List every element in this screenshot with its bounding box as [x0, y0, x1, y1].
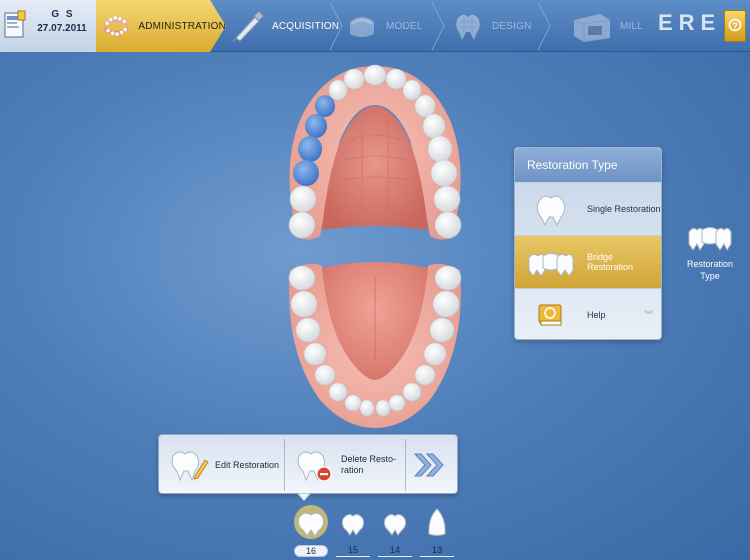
scanner-wand-icon: [232, 10, 265, 43]
tooth-number: 16: [294, 545, 328, 557]
tooth-13[interactable]: 13: [416, 502, 458, 558]
delete-restoration-button[interactable]: Delete Resto- ration: [285, 439, 405, 491]
restoration-type-tab[interactable]: Restoration Type: [680, 218, 740, 282]
upper-jaw[interactable]: [288, 64, 462, 240]
delete-label-line2: ration: [341, 465, 364, 475]
jaw-model[interactable]: [270, 60, 480, 430]
workflow-bar: G S 27.07.2011 ADMINISTRATION ACQUISITIO…: [0, 0, 750, 52]
delete-restoration-label: Delete Resto- ration: [341, 454, 396, 476]
patient-initials: G S: [51, 9, 75, 20]
milling-machine-icon: [573, 14, 611, 42]
crown-icon: [294, 505, 328, 539]
option-label: Help: [587, 309, 606, 320]
help-book-icon: ?: [728, 18, 742, 32]
tooth-strip: 16 15 14 13: [290, 502, 460, 558]
panel-title: Restoration Type: [515, 148, 661, 182]
option-label: Single Restoration: [587, 204, 661, 214]
model-icon: [350, 17, 374, 37]
next-button[interactable]: [407, 443, 451, 487]
step-label: DESIGN: [492, 20, 532, 32]
help-book-icon: [538, 304, 562, 325]
brand-logo: ERE: [658, 10, 722, 35]
tooth-number: 14: [378, 545, 412, 557]
patient-info[interactable]: G S 27.07.2011: [0, 0, 96, 52]
tab-label-line2: Type: [700, 271, 720, 281]
chevron-right-icon: [431, 1, 445, 51]
single-crown-icon: [536, 195, 566, 227]
edit-tooth-icon: [171, 451, 209, 482]
help-option[interactable]: Help ︾: [515, 288, 661, 340]
edit-restoration-label: Edit Restoration: [215, 459, 280, 470]
tab-label-line1: Restoration: [686, 259, 734, 269]
step-label: ADMINISTRATION: [138, 20, 226, 32]
tooth-number: 15: [336, 545, 370, 557]
step-mill[interactable]: MILL: [566, 0, 656, 52]
patient-card-icon: [4, 10, 26, 38]
jaw-icon: [103, 15, 129, 37]
option-label: Bridge Restoration: [587, 252, 634, 272]
single-restoration-option[interactable]: Single Restoration: [515, 182, 661, 235]
toolbar-pointer-icon: [297, 493, 311, 501]
help-book-button[interactable]: ?: [724, 10, 746, 42]
delete-tooth-icon: [297, 451, 332, 482]
bridge-icon: [688, 227, 732, 251]
toolbar-divider: [405, 439, 406, 491]
delete-label-line1: Delete Resto-: [341, 454, 397, 464]
lower-jaw[interactable]: [288, 262, 462, 428]
double-chevron-right-icon: [413, 453, 444, 477]
tooth-number: 13: [420, 545, 454, 557]
tooth-14[interactable]: 14: [374, 502, 416, 558]
restoration-toolbar: Edit Restoration Delete Resto- ration: [158, 434, 458, 494]
bridge-icon: [528, 253, 574, 277]
restoration-type-panel: Restoration Type Single Restoration Brid…: [514, 147, 662, 340]
svg-text:?: ?: [732, 21, 738, 31]
chevron-right-icon: [537, 1, 551, 51]
canine-icon: [428, 508, 446, 536]
crown-icon: [383, 514, 407, 536]
step-model[interactable]: MODEL: [340, 0, 440, 52]
tooth-16[interactable]: 16: [290, 502, 332, 558]
step-design[interactable]: DESIGN: [446, 0, 546, 52]
step-administration[interactable]: ADMINISTRATION: [96, 0, 226, 52]
bridge-restoration-option[interactable]: Bridge Restoration: [515, 235, 661, 288]
step-label: MILL: [620, 20, 644, 32]
patient-date: 27.07.2011: [37, 23, 87, 34]
scroll-down-icon[interactable]: ︾: [644, 308, 653, 321]
tooth-design-icon: [456, 14, 480, 40]
step-label: MODEL: [386, 20, 423, 32]
tooth-15[interactable]: 15: [332, 502, 374, 558]
crown-icon: [341, 514, 365, 536]
edit-restoration-button[interactable]: Edit Restoration: [159, 439, 283, 491]
